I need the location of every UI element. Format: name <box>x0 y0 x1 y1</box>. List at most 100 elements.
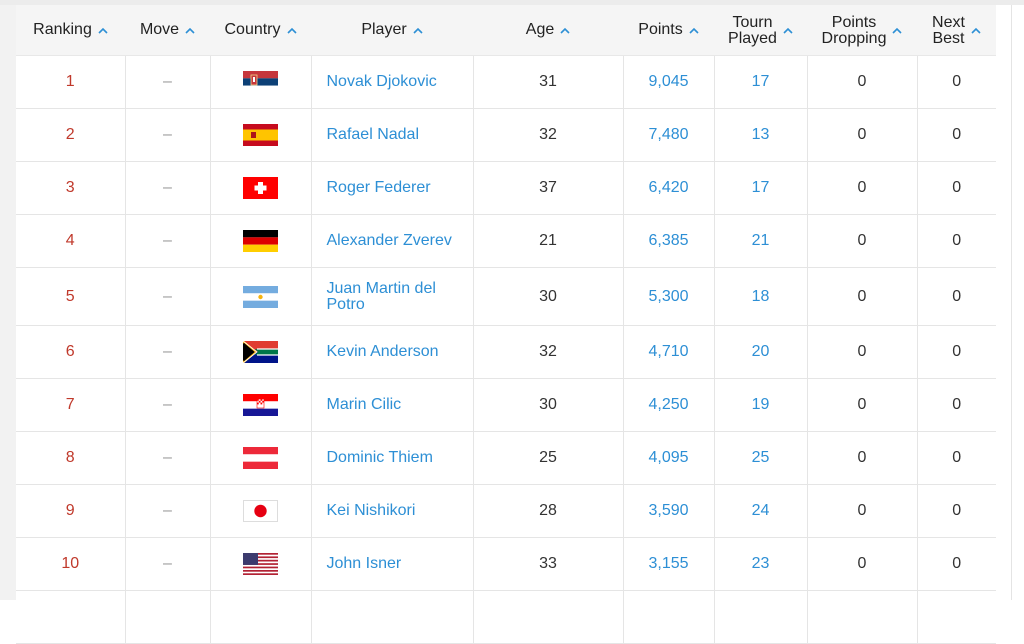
player-name-line: Potro <box>326 295 365 313</box>
player-link[interactable]: Juan Martin del Potro <box>311 267 474 326</box>
next-best-cell: 0 <box>917 431 996 485</box>
right-scroll-area <box>1011 5 1024 600</box>
country-cell <box>210 108 312 162</box>
sort-chevron-up-icon[interactable] <box>892 27 903 34</box>
country-cell <box>210 431 312 485</box>
points-link[interactable]: 7,480 <box>623 108 715 162</box>
header-label: Ranking <box>33 21 92 38</box>
points-dropping-cell: 0 <box>807 378 918 432</box>
move-cell: – <box>125 431 211 485</box>
points-link[interactable]: 6,420 <box>623 161 715 215</box>
tourn-played-link[interactable]: 23 <box>714 537 808 591</box>
next-best-cell: 0 <box>917 267 996 326</box>
player-link[interactable]: Kei Nishikori <box>311 484 474 538</box>
sort-chevron-up-icon[interactable] <box>560 27 570 34</box>
country-cell <box>210 378 312 432</box>
player-link[interactable]: Alexander Zverev <box>311 214 474 268</box>
header-label: Points Dropping <box>821 13 887 47</box>
next-best-cell: 0 <box>917 161 996 215</box>
table-row: 2 – Rafael Nadal 32 7,480 13 0 0 <box>16 108 996 162</box>
austria-flag-icon <box>243 447 278 469</box>
points-link[interactable]: 3,590 <box>623 484 715 538</box>
header-label: Country <box>224 21 281 38</box>
tourn-played-link[interactable]: 21 <box>714 214 808 268</box>
switzerland-flag-icon <box>243 177 278 199</box>
header-player[interactable]: Player <box>311 5 473 56</box>
croatia-flag-icon <box>243 394 278 416</box>
age-cell: 30 <box>473 267 624 326</box>
player-link[interactable]: Rafael Nadal <box>311 108 474 162</box>
table-row: 8 – Dominic Thiem 25 4,095 25 0 0 <box>16 431 996 485</box>
header-label-line: Best <box>932 29 965 47</box>
sort-chevron-up-icon[interactable] <box>971 27 981 34</box>
next-best-cell: 0 <box>917 484 996 538</box>
header-label-line: Points <box>831 13 877 31</box>
usa-flag-icon <box>243 553 278 575</box>
tourn-played-link[interactable]: 13 <box>714 108 808 162</box>
tourn-played-link[interactable]: 19 <box>714 378 808 432</box>
points-dropping-cell: 0 <box>807 431 918 485</box>
header-country[interactable]: Country <box>210 5 311 56</box>
sort-chevron-up-icon[interactable] <box>98 27 108 34</box>
points-link[interactable]: 9,045 <box>623 55 715 109</box>
points-dropping-cell: 0 <box>807 484 918 538</box>
table-row: 1 – Novak Djokovic 31 9,045 17 0 0 <box>16 55 996 109</box>
points-dropping-cell: 0 <box>807 325 918 379</box>
country-cell <box>210 267 312 326</box>
move-cell: – <box>125 378 211 432</box>
age-cell: 21 <box>473 214 624 268</box>
tourn-played-link[interactable]: 17 <box>714 55 808 109</box>
tourn-played-link[interactable]: 17 <box>714 161 808 215</box>
points-link[interactable]: 3,155 <box>623 537 715 591</box>
points-dropping-cell: 0 <box>807 214 918 268</box>
move-cell: – <box>125 108 211 162</box>
rank-cell: 1 <box>16 55 126 109</box>
player-link[interactable]: John Isner <box>311 537 474 591</box>
points-link[interactable]: 4,095 <box>623 431 715 485</box>
sort-chevron-up-icon[interactable] <box>413 27 423 34</box>
header-points[interactable]: Points <box>623 5 714 56</box>
player-link[interactable]: Dominic Thiem <box>311 431 474 485</box>
points-link[interactable]: 4,250 <box>623 378 715 432</box>
table-row: 4 – Alexander Zverev 21 6,385 21 0 0 <box>16 214 996 268</box>
next-best-cell: 0 <box>917 214 996 268</box>
header-label-line: Tourn <box>732 13 773 31</box>
player-link[interactable]: Novak Djokovic <box>311 55 474 109</box>
sort-chevron-up-icon[interactable] <box>185 27 195 34</box>
empty-cell <box>210 590 312 644</box>
table-header-row: Ranking Move Country Player Age Points T… <box>16 5 996 56</box>
sort-chevron-up-icon[interactable] <box>689 27 699 34</box>
header-tourn-played[interactable]: Tourn Played <box>714 5 807 56</box>
player-link[interactable]: Kevin Anderson <box>311 325 474 379</box>
header-label-line: Dropping <box>821 29 887 47</box>
points-link[interactable]: 4,710 <box>623 325 715 379</box>
header-points-dropping[interactable]: Points Dropping <box>807 5 917 56</box>
south-africa-flag-icon <box>243 341 278 363</box>
header-age[interactable]: Age <box>473 5 623 56</box>
tourn-played-link[interactable]: 20 <box>714 325 808 379</box>
rank-cell: 7 <box>16 378 126 432</box>
country-cell <box>210 161 312 215</box>
header-ranking[interactable]: Ranking <box>16 5 125 56</box>
sort-chevron-up-icon[interactable] <box>286 27 297 34</box>
rank-cell: 8 <box>16 431 126 485</box>
player-link[interactable]: Marin Cilic <box>311 378 474 432</box>
next-best-cell: 0 <box>917 55 996 109</box>
table-row: 5 – Juan Martin del Potro 30 5,300 18 0 0 <box>16 267 996 326</box>
age-cell: 30 <box>473 378 624 432</box>
header-label-line: Played <box>728 29 777 47</box>
rank-cell: 4 <box>16 214 126 268</box>
points-link[interactable]: 6,385 <box>623 214 715 268</box>
points-link[interactable]: 5,300 <box>623 267 715 326</box>
sort-chevron-up-icon[interactable] <box>783 27 793 34</box>
header-label: Player <box>361 21 407 38</box>
points-dropping-cell: 0 <box>807 537 918 591</box>
tourn-played-link[interactable]: 25 <box>714 431 808 485</box>
tourn-played-link[interactable]: 24 <box>714 484 808 538</box>
move-cell: – <box>125 484 211 538</box>
player-link[interactable]: Roger Federer <box>311 161 474 215</box>
points-dropping-cell: 0 <box>807 267 918 326</box>
header-next-best[interactable]: Next Best <box>917 5 996 56</box>
tourn-played-link[interactable]: 18 <box>714 267 808 326</box>
header-move[interactable]: Move <box>125 5 210 56</box>
